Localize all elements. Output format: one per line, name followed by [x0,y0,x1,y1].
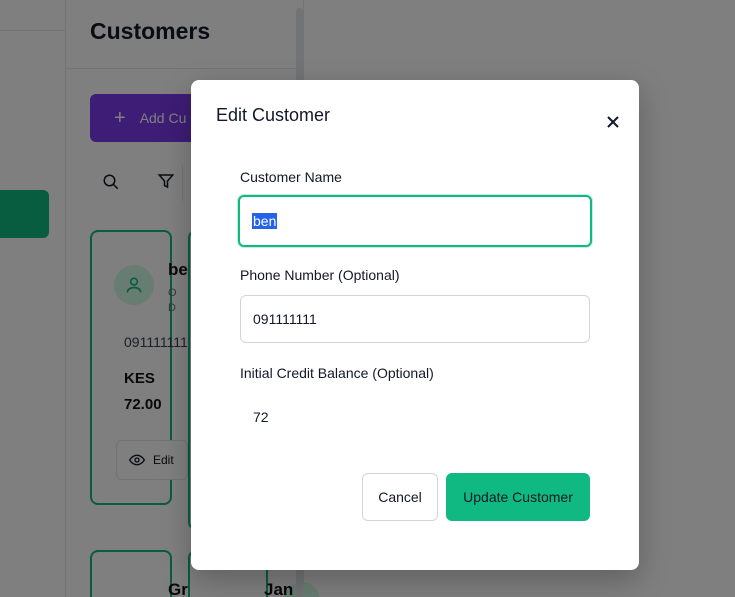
cancel-button[interactable]: Cancel [362,473,438,521]
credit-balance-input[interactable]: 72 [240,393,590,441]
close-button[interactable] [603,112,623,132]
selected-text: ben [252,213,278,229]
update-customer-button[interactable]: Update Customer [446,473,590,521]
edit-customer-dialog: Edit Customer Customer Name ben Phone Nu… [191,80,639,570]
customer-name-input[interactable]: ben [238,195,592,247]
close-icon [607,116,619,128]
credit-value: 72 [253,409,269,425]
credit-balance-label: Initial Credit Balance (Optional) [240,365,434,381]
phone-value: 091111111 [253,311,317,327]
phone-number-input[interactable]: 091111111 [240,295,590,343]
dialog-title: Edit Customer [216,105,331,125]
phone-number-label: Phone Number (Optional) [240,267,400,283]
customer-name-label: Customer Name [240,169,342,185]
